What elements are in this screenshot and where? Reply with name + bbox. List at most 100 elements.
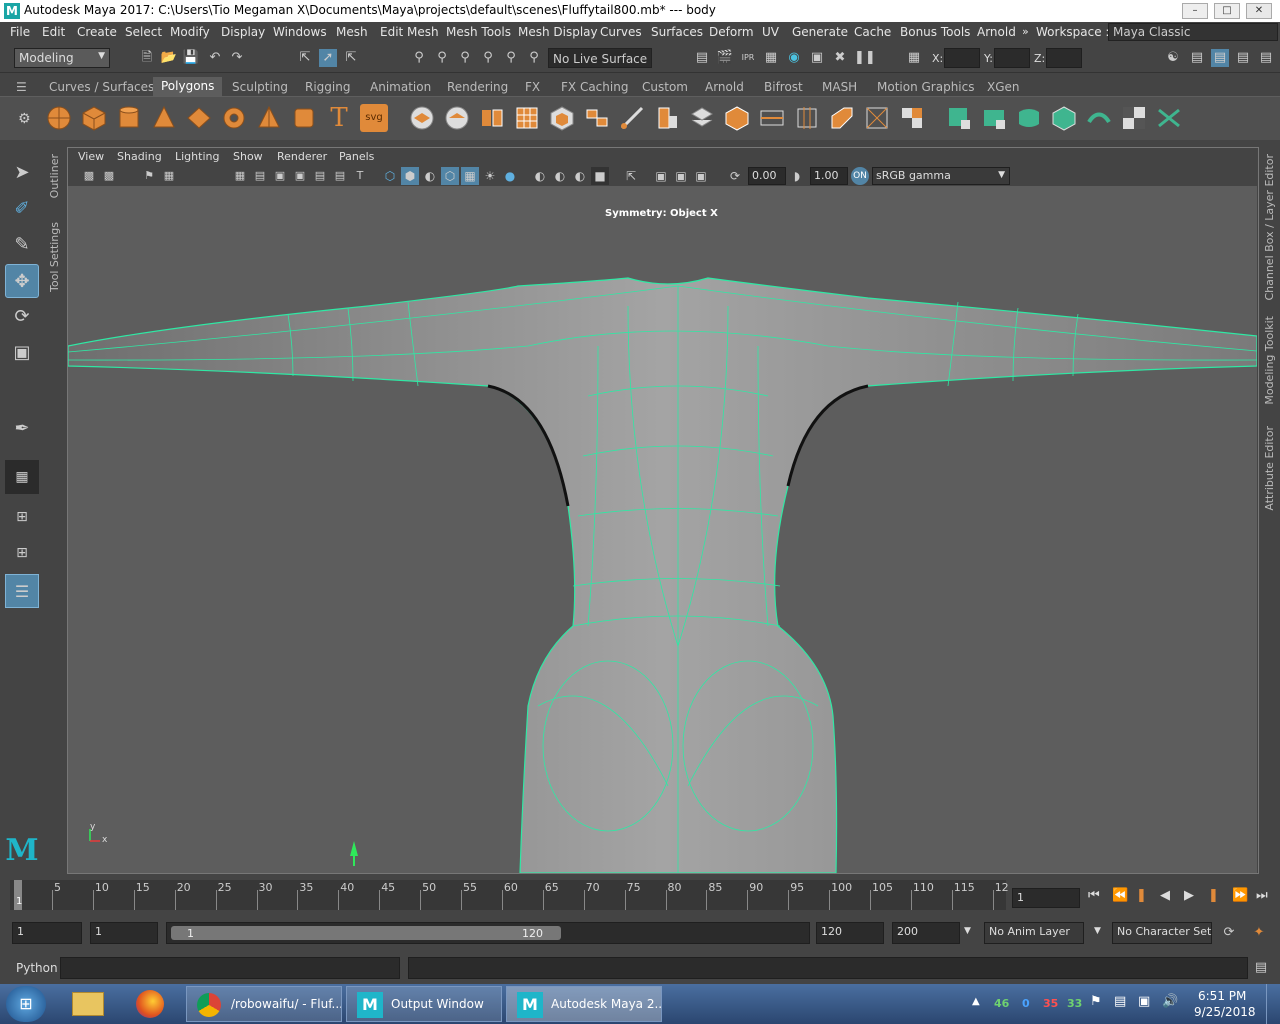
film-gate-icon[interactable]: ▤ (251, 167, 269, 185)
four-view-layout-icon[interactable]: ⊞ (5, 500, 39, 534)
redo-icon[interactable]: ↷ (228, 49, 246, 67)
fill-hole-icon[interactable] (898, 104, 926, 132)
svg-icon[interactable]: svg (360, 104, 388, 132)
range-bar[interactable]: 1 120 (166, 922, 810, 944)
hypershade-icon[interactable]: ◉ (785, 49, 803, 67)
tab-sculpting[interactable]: Sculpting (232, 80, 288, 94)
panel-menu-renderer[interactable]: Renderer (277, 150, 327, 163)
step-forward-key-icon[interactable]: ⏩ (1232, 888, 1248, 903)
modeling-toolkit-tab[interactable]: Modeling Toolkit (1263, 316, 1276, 405)
tab-rendering[interactable]: Rendering (447, 80, 508, 94)
channel-box-toggle-icon[interactable]: ▤ (1188, 49, 1206, 67)
gamma-icon[interactable]: ◗ (788, 167, 806, 185)
grid-toggle-icon[interactable]: ▦ (231, 167, 249, 185)
tool-settings-tab[interactable]: Tool Settings (48, 222, 61, 292)
attribute-editor-tab[interactable]: Attribute Editor (1263, 426, 1276, 511)
combine-icon[interactable] (408, 104, 436, 132)
uv-spherical-icon[interactable] (1015, 104, 1043, 132)
animation-start-input[interactable]: 1 (12, 922, 82, 944)
exposure-input[interactable]: 0.00 (748, 167, 786, 185)
multi-cut-icon[interactable] (618, 104, 646, 132)
gate-mask-icon[interactable]: ▣ (291, 167, 309, 185)
menu-deform[interactable]: Deform (709, 25, 754, 39)
shelf-menu-icon[interactable]: ☰ (16, 80, 27, 94)
wireframe-on-shaded-icon[interactable]: ⬡ (441, 167, 459, 185)
uv-planar-icon[interactable] (945, 104, 973, 132)
script-language-label[interactable]: Python (16, 961, 58, 975)
snap-surface-icon[interactable]: ⚲ (502, 49, 520, 67)
step-back-key-icon[interactable]: ⏪ (1112, 888, 1128, 903)
snap-point-icon[interactable]: ⚲ (456, 49, 474, 67)
last-tool-icon[interactable]: ✒ (5, 412, 39, 446)
merge-icon[interactable] (863, 104, 891, 132)
single-perspective-layout-icon[interactable]: ▦ (5, 460, 39, 494)
device-icon[interactable]: ▤ (1114, 994, 1126, 1009)
select-tool-icon[interactable]: ➤ (5, 156, 39, 190)
new-scene-icon[interactable]: 🗎 (138, 49, 156, 67)
panel-menu-show[interactable]: Show (233, 150, 263, 163)
character-mesh[interactable] (68, 186, 1257, 873)
poly-sphere-icon[interactable] (45, 104, 73, 132)
taskbar-chrome[interactable]: /robowaifu/ - Fluf... (186, 986, 342, 1022)
exposure-icon[interactable]: ⟳ (726, 167, 744, 185)
reduce-icon[interactable] (513, 104, 541, 132)
outliner-tab[interactable]: Outliner (48, 154, 61, 198)
restore-button[interactable]: □ (1214, 3, 1240, 19)
snap-curve-icon[interactable]: ⚲ (433, 49, 451, 67)
tab-motion-graphics[interactable]: Motion Graphics (877, 80, 975, 94)
shelf-settings-icon[interactable]: ⚙ (18, 111, 31, 127)
bridge-icon[interactable] (583, 104, 611, 132)
uv-cylindrical-icon[interactable] (980, 104, 1008, 132)
volume-icon[interactable]: 🔊 (1162, 994, 1178, 1009)
tab-curves-surfaces[interactable]: Curves / Surfaces (49, 80, 154, 94)
taskbar-output-window[interactable]: M Output Window (346, 986, 502, 1022)
workspace-expand-icon[interactable]: » (1022, 25, 1029, 38)
show-desktop-button[interactable] (1266, 984, 1280, 1024)
menu-mesh[interactable]: Mesh (336, 25, 368, 39)
xray-joints-icon[interactable]: ▣ (672, 167, 690, 185)
poly-plane-icon[interactable] (185, 104, 213, 132)
image-plane-icon[interactable]: ▦ (160, 167, 178, 185)
file-explorer-icon[interactable] (72, 992, 104, 1016)
poly-pipe-icon[interactable] (290, 104, 318, 132)
poly-cylinder-icon[interactable] (115, 104, 143, 132)
depth-of-field-icon[interactable]: ■ (591, 167, 609, 185)
render-frame-icon[interactable]: 🎬 (716, 49, 734, 67)
menu-curves[interactable]: Curves (600, 25, 642, 39)
character-set-dropdown[interactable]: No Character Set (1112, 922, 1212, 944)
menu-edit-mesh[interactable]: Edit Mesh (380, 25, 439, 39)
camera-attributes-icon[interactable]: ▩ (100, 167, 118, 185)
uv-cut-sew-icon[interactable] (1155, 104, 1183, 132)
separate-icon[interactable] (443, 104, 471, 132)
go-to-end-icon[interactable]: ⏭ (1256, 888, 1268, 903)
panel-menu-shading[interactable]: Shading (117, 150, 162, 163)
render-view-icon[interactable]: ▦ (762, 49, 780, 67)
step-back-frame-icon[interactable]: ❚ (1136, 888, 1147, 903)
snap-edge-icon[interactable]: ⚲ (525, 49, 543, 67)
tab-fx[interactable]: FX (525, 80, 540, 94)
default-material-icon[interactable]: ◐ (421, 167, 439, 185)
menu-create[interactable]: Create (77, 25, 117, 39)
play-forward-icon[interactable]: ▶ (1184, 888, 1194, 903)
tab-custom[interactable]: Custom (642, 80, 688, 94)
tab-polygons[interactable]: Polygons (153, 77, 223, 96)
playback-start-input[interactable]: 1 (90, 922, 158, 944)
snap-view-icon[interactable]: ⚲ (479, 49, 497, 67)
snap-grid-icon[interactable]: ⚲ (410, 49, 428, 67)
tray-expand-icon[interactable]: ▲ (972, 996, 980, 1007)
auto-key-icon[interactable]: ⟳ (1220, 924, 1238, 942)
network-icon[interactable]: ▣ (1138, 994, 1150, 1009)
tab-fx-caching[interactable]: FX Caching (561, 80, 628, 94)
offset-edge-loop-icon[interactable] (793, 104, 821, 132)
channel-box-tab[interactable]: Channel Box / Layer Editor (1263, 154, 1276, 301)
ipr-render-icon[interactable]: IPR (739, 49, 757, 67)
safe-title-icon[interactable]: T (351, 167, 369, 185)
menu-uv[interactable]: UV (762, 25, 779, 39)
poly-torus-icon[interactable] (220, 104, 248, 132)
anti-alias-icon[interactable]: ◐ (571, 167, 589, 185)
uv-unfold-icon[interactable] (1085, 104, 1113, 132)
select-component-icon[interactable]: ⇱ (342, 49, 360, 67)
outliner-layout-icon[interactable]: ☰ (5, 574, 39, 608)
menu-arnold[interactable]: Arnold (977, 25, 1016, 39)
playback-end-input[interactable]: 120 (816, 922, 884, 944)
